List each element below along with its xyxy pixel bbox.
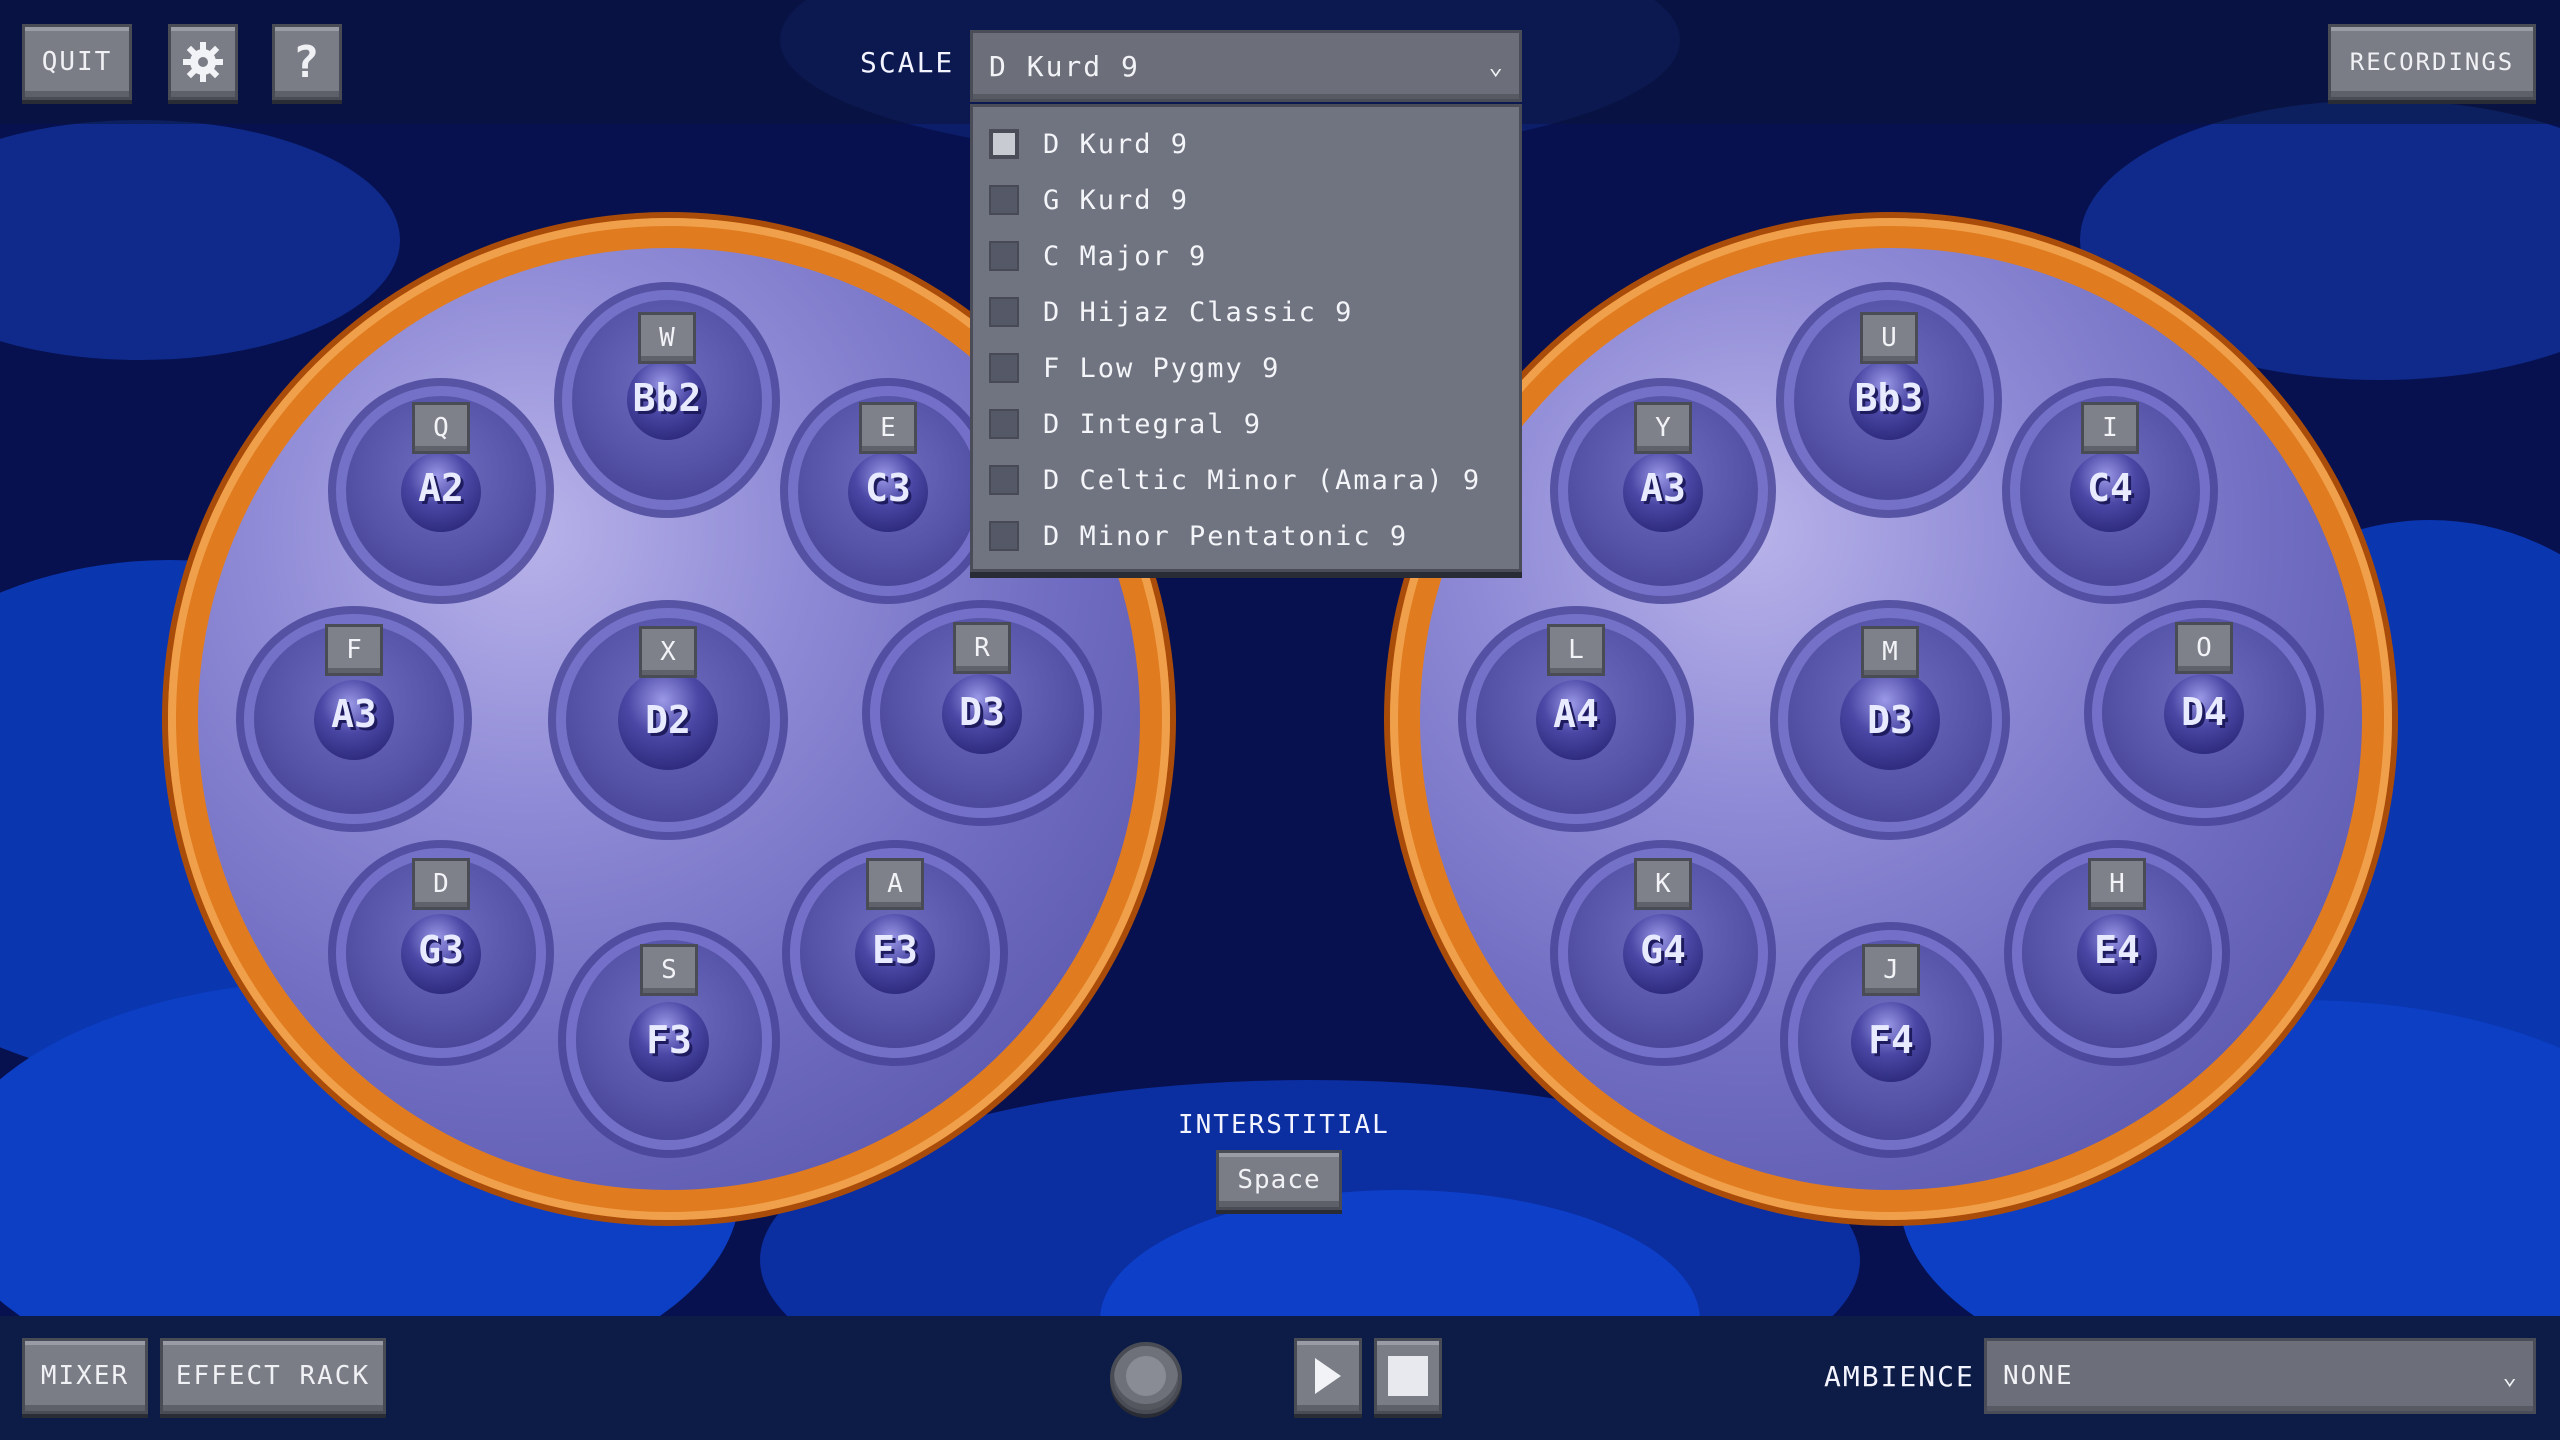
tone-field[interactable]: G4 K bbox=[1568, 858, 1758, 1048]
scale-option[interactable]: C Major 9 bbox=[989, 233, 1207, 279]
tone-field[interactable]: Bb2 W bbox=[572, 300, 762, 500]
ambience-select-value: NONE bbox=[2003, 1361, 2074, 1391]
note-label: D3 bbox=[959, 690, 1005, 734]
stop-button[interactable] bbox=[1374, 1338, 1442, 1414]
tone-field[interactable]: F3 S bbox=[576, 940, 762, 1140]
tone-field[interactable]: A3 Y bbox=[1568, 396, 1758, 586]
scale-select-value: D Kurd 9 bbox=[989, 49, 1140, 83]
ambience-label: AMBIENCE bbox=[1824, 1360, 1975, 1393]
chevron-down-icon: ⌄ bbox=[2502, 1362, 2519, 1390]
help-button[interactable]: ? bbox=[272, 24, 342, 100]
key-badge: M bbox=[1861, 626, 1919, 678]
record-icon bbox=[1126, 1356, 1166, 1396]
key-badge: U bbox=[1860, 312, 1918, 364]
tone-field[interactable]: A3 F bbox=[254, 624, 454, 814]
checkbox-icon bbox=[989, 241, 1019, 271]
key-badge: O bbox=[2175, 622, 2233, 674]
key-badge: Q bbox=[412, 402, 470, 454]
note-label: A4 bbox=[1553, 692, 1599, 736]
key-badge: H bbox=[2088, 858, 2146, 910]
checkbox-icon bbox=[989, 353, 1019, 383]
tone-field[interactable]: G3 D bbox=[346, 858, 536, 1048]
scale-option[interactable]: D Minor Pentatonic 9 bbox=[989, 513, 1408, 559]
scale-dropdown-list: D Kurd 9 G Kurd 9 C Major 9 D Hijaz Clas… bbox=[970, 104, 1522, 572]
tone-field[interactable]: C3 E bbox=[798, 396, 978, 586]
tone-field[interactable]: E3 A bbox=[800, 858, 990, 1048]
key-badge: K bbox=[1634, 858, 1692, 910]
checkbox-icon bbox=[989, 521, 1019, 551]
note-label: A3 bbox=[331, 692, 377, 736]
stop-icon bbox=[1388, 1356, 1428, 1396]
quit-button[interactable]: QUIT bbox=[22, 24, 132, 100]
checkbox-icon bbox=[989, 465, 1019, 495]
mixer-button[interactable]: MIXER bbox=[22, 1338, 148, 1414]
cloud bbox=[0, 120, 400, 360]
key-badge: J bbox=[1862, 944, 1920, 996]
tone-field[interactable]: Bb3 U bbox=[1794, 300, 1984, 500]
chevron-down-icon: ⌄ bbox=[1488, 52, 1505, 80]
recordings-button[interactable]: RECORDINGS bbox=[2328, 24, 2536, 100]
scale-option[interactable]: D Kurd 9 bbox=[989, 121, 1189, 167]
note-label: D2 bbox=[645, 698, 691, 742]
scale-option[interactable]: D Integral 9 bbox=[989, 401, 1262, 447]
tone-field[interactable]: D3 M bbox=[1788, 618, 1992, 822]
key-badge: D bbox=[412, 858, 470, 910]
note-label: D3 bbox=[1867, 698, 1913, 742]
scale-option[interactable]: D Hijaz Classic 9 bbox=[989, 289, 1353, 335]
tone-field[interactable]: A2 Q bbox=[346, 396, 536, 586]
note-label: G4 bbox=[1640, 928, 1686, 972]
note-label: E3 bbox=[872, 928, 918, 972]
tone-field[interactable]: F4 J bbox=[1798, 940, 1984, 1140]
key-badge: E bbox=[859, 402, 917, 454]
settings-button[interactable] bbox=[168, 24, 238, 100]
checkbox-icon bbox=[989, 297, 1019, 327]
scale-option[interactable]: G Kurd 9 bbox=[989, 177, 1189, 223]
scale-label: SCALE bbox=[860, 46, 955, 79]
key-badge: W bbox=[638, 312, 696, 364]
key-badge: I bbox=[2081, 402, 2139, 454]
tone-field[interactable]: D4 O bbox=[2102, 618, 2306, 808]
note-label: A2 bbox=[418, 466, 464, 510]
gear-icon bbox=[183, 42, 223, 82]
record-button[interactable] bbox=[1110, 1342, 1182, 1414]
checkbox-icon bbox=[989, 129, 1019, 159]
note-label: C4 bbox=[2087, 466, 2133, 510]
tone-field[interactable]: D3 R bbox=[880, 618, 1084, 808]
note-label: C3 bbox=[865, 466, 911, 510]
tone-field[interactable]: D2 X bbox=[566, 618, 770, 822]
key-badge: L bbox=[1547, 624, 1605, 676]
key-badge: F bbox=[325, 624, 383, 676]
scale-option[interactable]: D Celtic Minor (Amara) 9 bbox=[989, 457, 1481, 503]
key-badge: R bbox=[953, 622, 1011, 674]
note-label: G3 bbox=[418, 928, 464, 972]
key-badge: S bbox=[640, 944, 698, 996]
note-label: D4 bbox=[2181, 690, 2227, 734]
ambience-select[interactable]: NONE ⌄ bbox=[1984, 1338, 2536, 1414]
note-label: Bb2 bbox=[632, 376, 702, 420]
checkbox-icon bbox=[989, 409, 1019, 439]
interstitial-space-button[interactable]: Space bbox=[1216, 1150, 1342, 1210]
play-button[interactable] bbox=[1294, 1338, 1362, 1414]
scale-select[interactable]: D Kurd 9 ⌄ bbox=[970, 30, 1522, 102]
checkbox-icon bbox=[989, 185, 1019, 215]
note-label: E4 bbox=[2094, 928, 2140, 972]
interstitial-label: INTERSTITIAL bbox=[1178, 1110, 1390, 1140]
note-label: Bb3 bbox=[1854, 376, 1924, 420]
key-badge: A bbox=[866, 858, 924, 910]
note-label: A3 bbox=[1640, 466, 1686, 510]
tone-field[interactable]: A4 L bbox=[1476, 624, 1676, 814]
tone-field[interactable]: E4 H bbox=[2022, 858, 2212, 1048]
note-label: F3 bbox=[646, 1018, 692, 1062]
scale-option[interactable]: F Low Pygmy 9 bbox=[989, 345, 1280, 391]
play-icon bbox=[1315, 1358, 1341, 1394]
tone-field[interactable]: C4 I bbox=[2020, 396, 2200, 586]
key-badge: X bbox=[639, 626, 697, 678]
effect-rack-button[interactable]: EFFECT RACK bbox=[160, 1338, 386, 1414]
key-badge: Y bbox=[1634, 402, 1692, 454]
note-label: F4 bbox=[1868, 1018, 1914, 1062]
